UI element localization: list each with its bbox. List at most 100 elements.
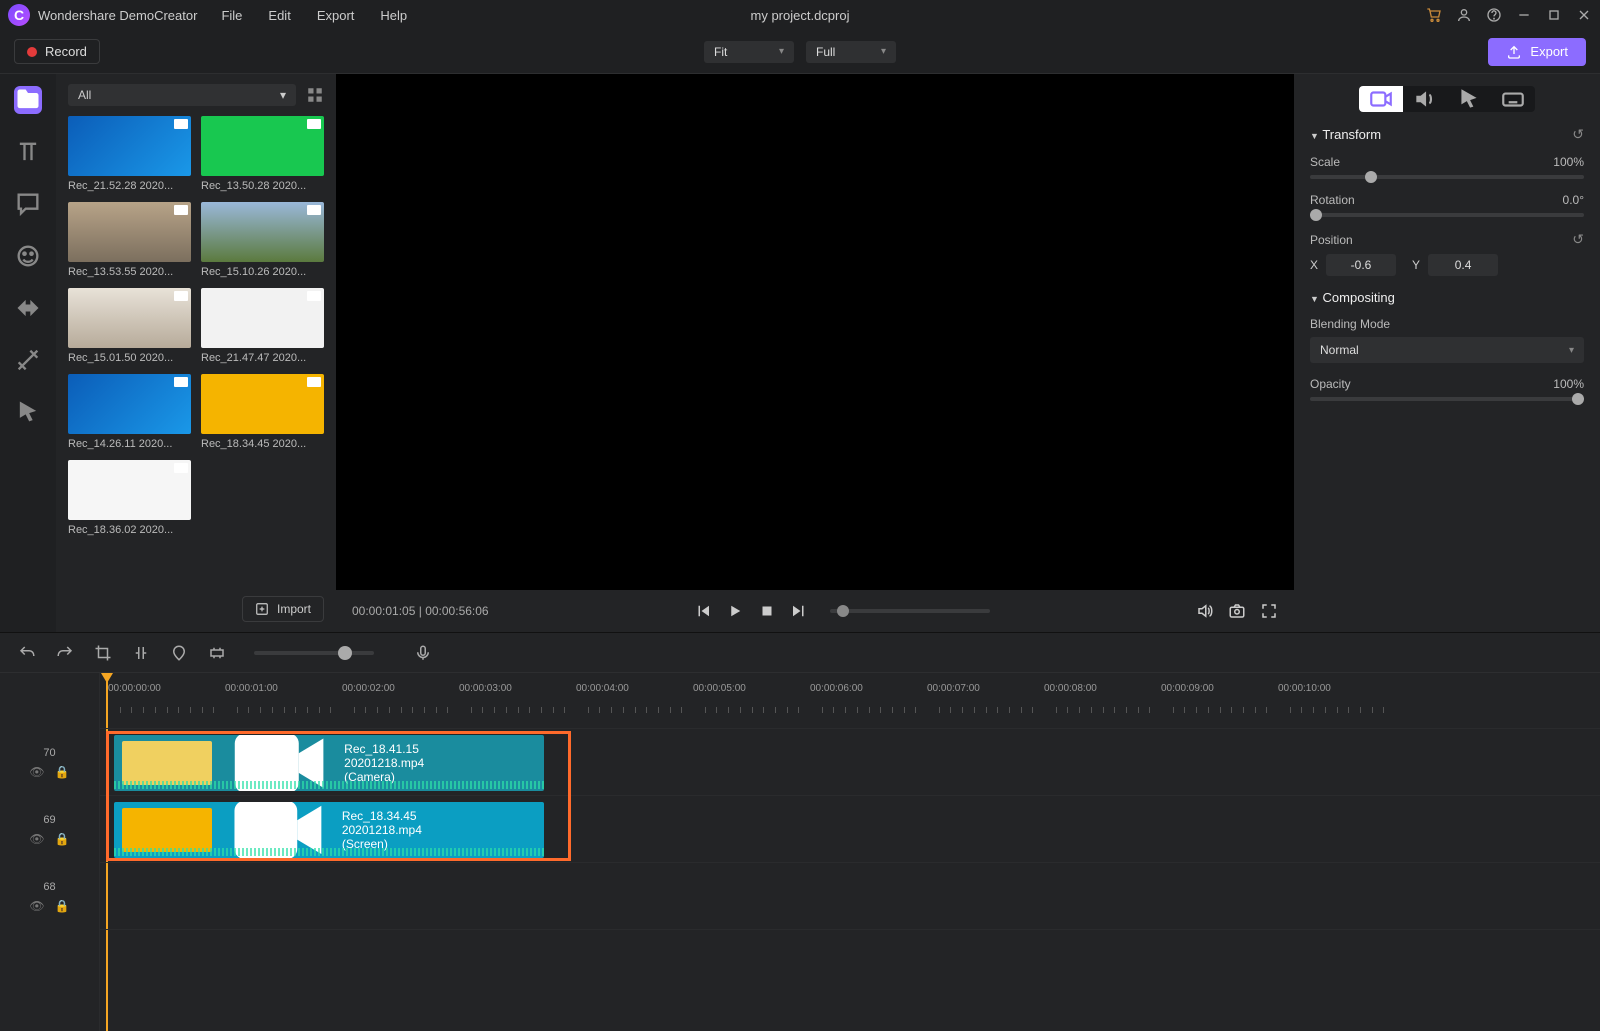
prev-frame-button[interactable] — [694, 602, 712, 620]
playback-bar: 00:00:01:05 | 00:00:56:06 — [336, 590, 1294, 632]
close-button[interactable] — [1576, 7, 1592, 23]
import-button[interactable]: Import — [242, 596, 324, 622]
scale-slider[interactable] — [1310, 175, 1584, 179]
ruler-tick: 00:00:08:00 — [1044, 683, 1097, 694]
scale-value: 100% — [1553, 155, 1584, 169]
triangle-down-icon: ▼ — [1310, 294, 1319, 304]
media-clip[interactable]: Rec_21.47.47 2020... — [201, 288, 324, 364]
scale-label: Scale — [1310, 155, 1340, 169]
media-clip[interactable]: Rec_15.10.26 2020... — [201, 202, 324, 278]
document-title: my project.dcproj — [751, 8, 850, 23]
mic-button[interactable] — [414, 644, 432, 662]
media-clip[interactable]: Rec_21.52.28 2020... — [68, 116, 191, 192]
media-clip[interactable]: Rec_13.53.55 2020... — [68, 202, 191, 278]
rotation-slider[interactable] — [1310, 213, 1584, 217]
full-dropdown[interactable]: Full▾ — [806, 41, 896, 63]
media-clip[interactable]: Rec_14.26.11 2020... — [68, 374, 191, 450]
reset-transform-icon[interactable]: ↺ — [1572, 126, 1584, 143]
record-button[interactable]: Record — [14, 39, 100, 64]
timeline-track[interactable]: Rec_18.41.15 20201218.mp4 (Camera) — [100, 729, 1600, 796]
resize-button[interactable] — [208, 644, 226, 662]
compositing-section-header[interactable]: ▼ Compositing — [1310, 290, 1584, 305]
fit-dropdown[interactable]: Fit▾ — [704, 41, 794, 63]
playback-slider[interactable] — [830, 609, 990, 613]
y-input[interactable] — [1428, 254, 1498, 276]
clip-label: Rec_15.10.26 2020... — [201, 266, 324, 278]
maximize-button[interactable] — [1546, 7, 1562, 23]
next-frame-button[interactable] — [790, 602, 808, 620]
preview-viewport[interactable] — [336, 74, 1294, 590]
split-button[interactable] — [132, 644, 150, 662]
lock-icon[interactable]: 🔒 — [55, 765, 70, 779]
tab-video[interactable] — [1359, 86, 1403, 112]
reset-position-icon[interactable]: ↺ — [1572, 231, 1584, 248]
x-input[interactable] — [1326, 254, 1396, 276]
volume-button[interactable] — [1196, 602, 1214, 620]
marker-button[interactable] — [170, 644, 188, 662]
cart-icon[interactable] — [1426, 7, 1442, 23]
menu-export[interactable]: Export — [317, 8, 355, 23]
media-clip[interactable]: Rec_15.01.50 2020... — [68, 288, 191, 364]
blend-mode-dropdown[interactable]: Normal▾ — [1310, 337, 1584, 363]
main-area: All▾ Rec_21.52.28 2020...Rec_13.50.28 20… — [0, 74, 1600, 632]
timeline-ruler[interactable]: 00:00:00:0000:00:01:0000:00:02:0000:00:0… — [100, 673, 1600, 729]
grid-view-icon[interactable] — [306, 86, 324, 104]
annotation-tool[interactable] — [14, 190, 42, 218]
import-label: Import — [277, 602, 311, 616]
ruler-tick: 00:00:09:00 — [1161, 683, 1214, 694]
redo-button[interactable] — [56, 644, 74, 662]
tab-cursor[interactable] — [1447, 86, 1491, 112]
visibility-icon[interactable]: 👁 — [29, 899, 44, 913]
track-header: 70👁🔒 — [0, 729, 99, 796]
timeline-clip[interactable]: Rec_18.34.45 20201218.mp4 (Screen) — [114, 802, 544, 858]
ruler-tick: 00:00:10:00 — [1278, 683, 1331, 694]
media-filter-dropdown[interactable]: All▾ — [68, 84, 296, 106]
properties-panel: ▼ Transform ↺ Scale100% Rotation0.0° Pos… — [1294, 74, 1600, 632]
tab-keyboard[interactable] — [1491, 86, 1535, 112]
timeline-clip[interactable]: Rec_18.41.15 20201218.mp4 (Camera) — [114, 735, 544, 791]
user-icon[interactable] — [1456, 7, 1472, 23]
video-badge-icon — [174, 377, 188, 387]
media-clip[interactable]: Rec_13.50.28 2020... — [201, 116, 324, 192]
cursor-tool[interactable] — [14, 398, 42, 426]
opacity-slider[interactable] — [1310, 397, 1584, 401]
clip-label: Rec_18.34.45 2020... — [201, 438, 324, 450]
visibility-icon[interactable]: 👁 — [29, 832, 44, 846]
menu-edit[interactable]: Edit — [268, 8, 290, 23]
tracks-area[interactable]: 00:00:00:0000:00:01:0000:00:02:0000:00:0… — [100, 673, 1600, 1031]
text-tool[interactable] — [14, 138, 42, 166]
position-label: Position — [1310, 233, 1353, 247]
waveform — [114, 781, 544, 789]
opacity-label: Opacity — [1310, 377, 1351, 391]
minimize-button[interactable] — [1516, 7, 1532, 23]
lock-icon[interactable]: 🔒 — [55, 832, 70, 846]
media-clip[interactable]: Rec_18.34.45 2020... — [201, 374, 324, 450]
video-badge-icon — [174, 119, 188, 129]
tab-audio[interactable] — [1403, 86, 1447, 112]
stop-button[interactable] — [758, 602, 776, 620]
ruler-tick: 00:00:00:00 — [108, 683, 161, 694]
fullscreen-button[interactable] — [1260, 602, 1278, 620]
timeline-track[interactable]: Rec_18.34.45 20201218.mp4 (Screen) — [100, 796, 1600, 863]
export-button[interactable]: Export — [1488, 38, 1586, 66]
timeline-zoom-slider[interactable] — [254, 651, 374, 655]
help-icon[interactable] — [1486, 7, 1502, 23]
media-clip[interactable]: Rec_18.36.02 2020... — [68, 460, 191, 536]
ruler-tick: 00:00:06:00 — [810, 683, 863, 694]
transition-tool[interactable] — [14, 294, 42, 322]
ruler-tick: 00:00:01:00 — [225, 683, 278, 694]
video-badge-icon — [307, 205, 321, 215]
menu-help[interactable]: Help — [380, 8, 407, 23]
sticker-tool[interactable] — [14, 242, 42, 270]
timeline-track[interactable] — [100, 863, 1600, 930]
effects-tool[interactable] — [14, 346, 42, 374]
snapshot-button[interactable] — [1228, 602, 1246, 620]
undo-button[interactable] — [18, 644, 36, 662]
visibility-icon[interactable]: 👁 — [29, 765, 44, 779]
transform-section-header[interactable]: ▼ Transform ↺ — [1310, 126, 1584, 143]
media-tool[interactable] — [14, 86, 42, 114]
lock-icon[interactable]: 🔒 — [55, 899, 70, 913]
menu-file[interactable]: File — [221, 8, 242, 23]
play-button[interactable] — [726, 602, 744, 620]
crop-button[interactable] — [94, 644, 112, 662]
